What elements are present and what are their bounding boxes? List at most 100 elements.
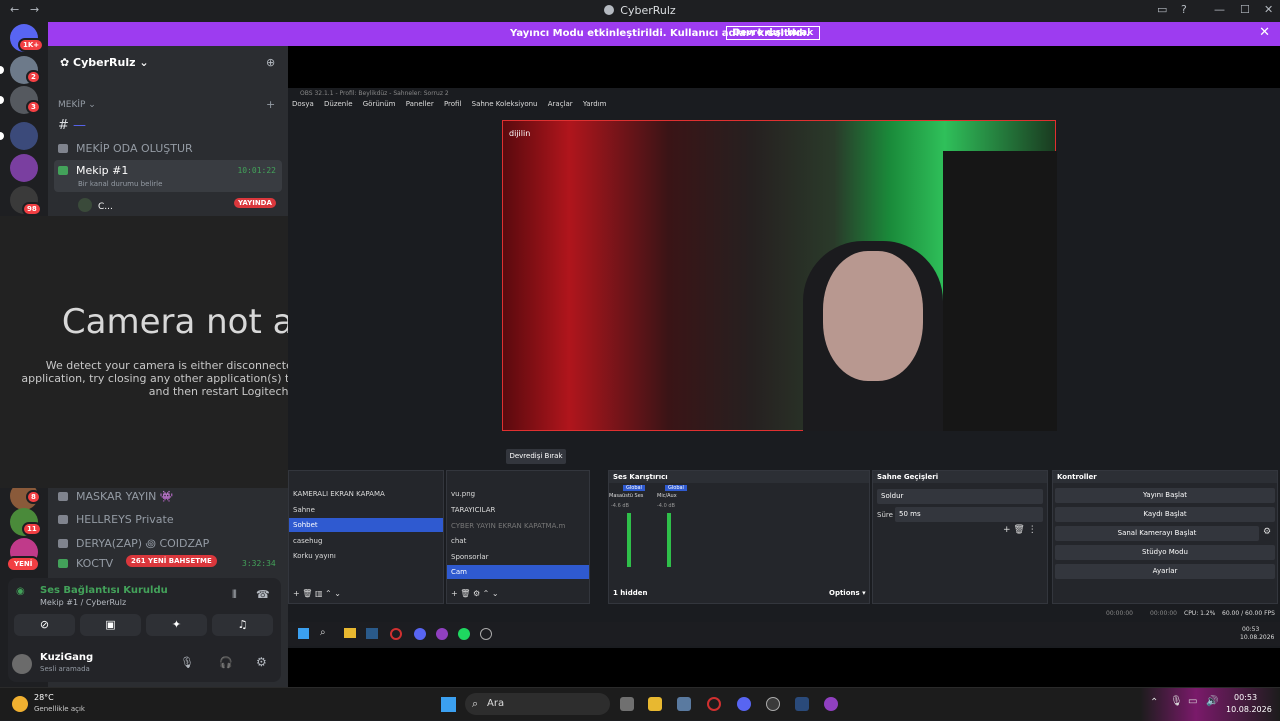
voice-channel[interactable]: MASKAR YAYIN 👾: [58, 490, 174, 503]
start-virtual-camera-button[interactable]: Sanal Kamerayı Başlat: [1055, 526, 1259, 541]
store-icon[interactable]: [677, 697, 691, 711]
camera-toggle-button[interactable]: ⊘: [14, 614, 75, 636]
inbox-icon[interactable]: ▭: [1157, 3, 1167, 16]
close-window-icon[interactable]: ✕: [1264, 3, 1273, 16]
help-icon[interactable]: ?: [1181, 3, 1187, 16]
source-item[interactable]: vu.png: [447, 487, 475, 501]
source-item[interactable]: chat: [447, 534, 466, 548]
twitch-icon[interactable]: [436, 628, 448, 640]
scene-item[interactable]: Sahne: [289, 503, 315, 517]
scene-item[interactable]: casehug: [289, 534, 322, 548]
folder-icon[interactable]: [344, 628, 356, 638]
headphones-icon[interactable]: 🎧: [219, 656, 233, 669]
network-icon[interactable]: ▭: [1188, 696, 1197, 707]
category-header[interactable]: MEKİP ⌄: [58, 100, 96, 110]
gear-icon[interactable]: ⚙: [1263, 527, 1271, 537]
disconnect-icon[interactable]: ☎: [256, 588, 270, 601]
windows-start-icon[interactable]: [441, 697, 456, 712]
weather-temp[interactable]: 28°C: [34, 693, 54, 702]
close-banner-icon[interactable]: ✕: [1259, 25, 1270, 40]
menu-item[interactable]: Sahne Koleksiyonu: [472, 100, 538, 108]
signal-icon[interactable]: ◉: [16, 586, 25, 597]
source-item[interactable]: TARAYICILAR: [447, 503, 495, 517]
taskbar-search[interactable]: Ara: [465, 693, 610, 715]
steam-icon[interactable]: [795, 697, 809, 711]
source-item-selected[interactable]: Cam: [447, 565, 589, 579]
voice-status[interactable]: Ses Bağlantısı Kuruldu: [40, 585, 168, 596]
new-servers-badge[interactable]: YENİ: [6, 556, 41, 572]
menu-item[interactable]: Düzenle: [324, 100, 353, 108]
disable-preview-button[interactable]: Devredişi Bırak: [506, 449, 566, 464]
gear-icon[interactable]: ⚙: [256, 655, 267, 669]
soundboard-button[interactable]: ♫: [212, 614, 273, 636]
opera-icon[interactable]: [390, 628, 402, 640]
scene-item[interactable]: Korku yayını: [289, 549, 336, 563]
avatar[interactable]: [12, 654, 32, 674]
opera-icon[interactable]: [707, 697, 721, 711]
obs-icon[interactable]: [766, 697, 780, 711]
transition-toolbar[interactable]: + 🗑 ⋮: [1003, 525, 1037, 535]
screen-share-button[interactable]: ▣: [80, 614, 141, 636]
transition-type-select[interactable]: Soldur: [877, 489, 1043, 504]
add-friend-icon[interactable]: ⊕: [266, 56, 275, 69]
hidden-count[interactable]: 1 hidden: [613, 589, 647, 597]
create-channel-icon[interactable]: +: [266, 98, 275, 111]
menu-item[interactable]: Araçlar: [548, 100, 573, 108]
start-recording-button[interactable]: Kaydı Başlat: [1055, 507, 1275, 522]
server-name[interactable]: ✿ CyberRulz ⌄: [60, 56, 149, 69]
folder-icon[interactable]: [648, 697, 662, 711]
menu-item[interactable]: Dosya: [292, 100, 314, 108]
twitch-icon[interactable]: [824, 697, 838, 711]
menu-item[interactable]: Görünüm: [363, 100, 396, 108]
text-channel[interactable]: # —: [58, 118, 86, 133]
scene-toolbar[interactable]: + 🗑 ▥ ⌃ ⌄: [293, 589, 341, 598]
source-item[interactable]: CYBER YAYIN EKRAN KAPATMA.m: [447, 519, 565, 533]
search-icon[interactable]: ⌕: [320, 627, 326, 638]
voice-channel-create[interactable]: MEKİP ODA OLUŞTUR: [58, 142, 193, 155]
source-toolbar[interactable]: + 🗑 ⚙ ⌃ ⌄: [451, 589, 499, 598]
steam-icon[interactable]: [366, 628, 378, 639]
noise-suppression-icon[interactable]: ⦀: [232, 588, 237, 602]
mixer-options-button[interactable]: Options ▾: [829, 589, 866, 597]
maximize-icon[interactable]: ☐: [1240, 3, 1250, 16]
username[interactable]: KuziGang: [40, 652, 93, 663]
discord-icon[interactable]: [414, 628, 426, 640]
weather-icon[interactable]: [12, 696, 28, 712]
watermark-logo: dijilin: [509, 129, 531, 138]
new-mentions-badge[interactable]: 261 YENİ BAHSETME: [126, 555, 217, 567]
minimize-icon[interactable]: —: [1214, 3, 1225, 16]
live-user[interactable]: C...: [78, 198, 113, 212]
task-view-icon[interactable]: [620, 697, 634, 711]
settings-button[interactable]: Ayarlar: [1055, 564, 1275, 579]
disable-streamer-mode-button[interactable]: Devre dışı bırak: [726, 26, 821, 40]
clock-time[interactable]: 00:53: [1234, 693, 1257, 702]
source-item[interactable]: Sponsorlar: [447, 550, 489, 564]
start-stream-button[interactable]: Yayını Başlat: [1055, 488, 1275, 503]
studio-mode-button[interactable]: Stüdyo Modu: [1055, 545, 1275, 560]
discord-icon[interactable]: [737, 697, 751, 711]
volume-icon[interactable]: 🔊: [1206, 696, 1218, 707]
microphone-icon[interactable]: 🎙: [180, 656, 194, 669]
menu-item[interactable]: Yardım: [583, 100, 607, 108]
obs-icon[interactable]: [480, 628, 492, 640]
server-icon[interactable]: [10, 122, 38, 150]
voice-channel[interactable]: HELLREYS Private: [58, 513, 174, 526]
microphone-icon[interactable]: 🎙: [1170, 696, 1183, 707]
voice-channel[interactable]: KOCTV: [58, 557, 113, 570]
scene-item-selected[interactable]: Sohbet: [289, 518, 443, 532]
windows-start-icon[interactable]: [298, 628, 309, 639]
obs-preview[interactable]: dijilin: [502, 120, 1057, 431]
streamer-face: [823, 251, 923, 381]
activities-button[interactable]: ✦: [146, 614, 207, 636]
voice-channel[interactable]: DERYA(ZAP) ꩜ COIDZAP: [58, 535, 209, 551]
tray-chevron-icon[interactable]: ⌃: [1150, 697, 1158, 708]
duration-input[interactable]: 50 ms: [895, 507, 1043, 522]
spotify-icon[interactable]: [458, 628, 470, 640]
voice-channel-active[interactable]: Mekip #1 10:01:22 Bir kanal durumu belir…: [54, 160, 282, 192]
server-icon[interactable]: [10, 154, 38, 182]
menu-item[interactable]: Paneller: [406, 100, 434, 108]
menu-item[interactable]: Profil: [444, 100, 461, 108]
clock-date[interactable]: 10.08.2026: [1226, 705, 1272, 714]
channel-status[interactable]: Bir kanal durumu belirle: [78, 180, 162, 188]
scene-item[interactable]: KAMERALI EKRAN KAPAMA: [289, 487, 385, 501]
